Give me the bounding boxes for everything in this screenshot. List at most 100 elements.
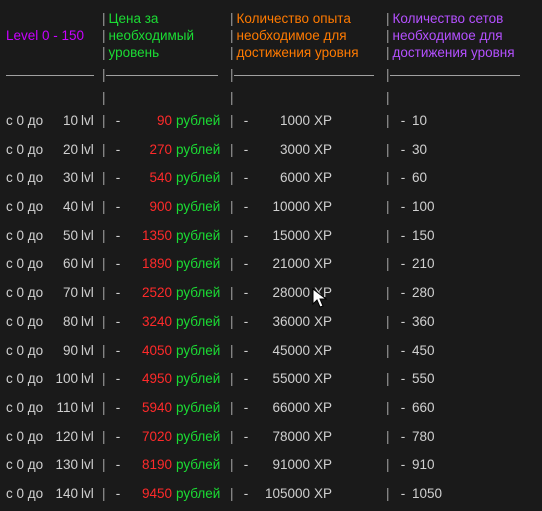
currency-label: рублей: [176, 396, 220, 421]
from-label: с 0 до: [6, 339, 52, 364]
col-sep: |: [230, 166, 240, 191]
xp-label: XP: [314, 396, 332, 421]
underline-price: |: [102, 66, 230, 88]
sets-value: 30: [412, 138, 450, 163]
col-sep: |: [386, 252, 394, 277]
xp-label: XP: [314, 195, 332, 220]
lvl-label: lvl: [81, 482, 94, 507]
currency-label: рублей: [176, 252, 220, 277]
xp-label: XP: [314, 367, 332, 392]
level-range: с 0 до40lvl: [6, 193, 102, 222]
lvl-label: lvl: [81, 195, 94, 220]
hdr-level: Level 0 - 150: [6, 8, 102, 66]
from-label: с 0 до: [6, 310, 52, 335]
price-value: 7020: [124, 425, 172, 450]
lvl-label: lvl: [81, 109, 94, 134]
sets-cell: |-1050: [386, 480, 531, 509]
xp-value: 21000: [252, 252, 310, 277]
xp-value: 1000: [252, 109, 310, 134]
col-sep: |: [230, 396, 240, 421]
from-label: с 0 до: [6, 138, 52, 163]
col-sep: |: [386, 109, 394, 134]
sets-value: 100: [412, 195, 450, 220]
from-label: с 0 до: [6, 252, 52, 277]
currency-label: рублей: [176, 166, 220, 191]
col-sep: |: [102, 310, 112, 335]
sets-cell: |-360: [386, 308, 531, 337]
currency-label: рублей: [176, 367, 220, 392]
level-range: с 0 до50lvl: [6, 222, 102, 251]
currency-label: рублей: [176, 281, 220, 306]
from-label: с 0 до: [6, 367, 52, 392]
currency-label: рублей: [176, 195, 220, 220]
sets-value: 660: [412, 396, 450, 421]
level-range: с 0 до140lvl: [6, 480, 102, 509]
price-value: 1890: [124, 252, 172, 277]
price-cell: |-540рублей: [102, 164, 230, 193]
xp-cell: |-45000XP: [230, 337, 386, 366]
price-value: 540: [124, 166, 172, 191]
col-sep: |: [102, 224, 112, 249]
xp-cell: |-21000XP: [230, 250, 386, 279]
price-cell: |-270рублей: [102, 136, 230, 165]
sets-value: 910: [412, 453, 450, 478]
xp-label: XP: [314, 166, 332, 191]
lvl-label: lvl: [81, 252, 94, 277]
hdr-price: |Цена за |необходимый |уровень: [102, 8, 230, 66]
sets-cell: |-550: [386, 365, 531, 394]
sets-value: 1050: [412, 482, 450, 507]
page-title: Level 0 - 150: [6, 27, 102, 44]
xp-label: XP: [314, 310, 332, 335]
level-range: с 0 до110lvl: [6, 394, 102, 423]
spacer: |: [230, 88, 386, 107]
price-cell: |-4050рублей: [102, 337, 230, 366]
xp-cell: |-3000XP: [230, 136, 386, 165]
xp-value: 3000: [252, 138, 310, 163]
level-to: 30: [52, 166, 78, 191]
sets-value: 550: [412, 367, 450, 392]
col-sep: |: [102, 339, 112, 364]
sets-value: 360: [412, 310, 450, 335]
level-to: 40: [52, 195, 78, 220]
currency-label: рублей: [176, 224, 220, 249]
xp-label: XP: [314, 224, 332, 249]
col-sep: |: [386, 195, 394, 220]
lvl-label: lvl: [81, 281, 94, 306]
level-to: 50: [52, 224, 78, 249]
lvl-label: lvl: [81, 453, 94, 478]
pricing-table: Level 0 - 150 |Цена за |необходимый |уро…: [0, 0, 542, 511]
table-body: с 0 до10lvl|-90рублей|-1000XP|-10с 0 до2…: [6, 107, 536, 511]
from-label: с 0 до: [6, 281, 52, 306]
lvl-label: lvl: [81, 339, 94, 364]
level-range: с 0 до20lvl: [6, 136, 102, 165]
col-sep: |: [230, 425, 240, 450]
col-sep: |: [102, 138, 112, 163]
lvl-label: lvl: [81, 425, 94, 450]
xp-cell: |-105000XP: [230, 480, 386, 509]
xp-value: 6000: [252, 166, 310, 191]
currency-label: рублей: [176, 339, 220, 364]
sets-cell: |-210: [386, 250, 531, 279]
col-sep: |: [230, 339, 240, 364]
xp-label: XP: [314, 138, 332, 163]
price-cell: |-5940рублей: [102, 394, 230, 423]
currency-label: рублей: [176, 482, 220, 507]
xp-cell: |-15000XP: [230, 222, 386, 251]
level-range: с 0 до130lvl: [6, 451, 102, 480]
xp-label: XP: [314, 425, 332, 450]
sets-cell: |-450: [386, 337, 531, 366]
col-sep: |: [102, 281, 112, 306]
col-sep: |: [386, 166, 394, 191]
xp-value: 55000: [252, 367, 310, 392]
from-label: с 0 до: [6, 453, 52, 478]
col-sep: |: [386, 453, 394, 478]
col-sep: |: [230, 224, 240, 249]
sets-value: 210: [412, 252, 450, 277]
price-value: 270: [124, 138, 172, 163]
from-label: с 0 до: [6, 396, 52, 421]
level-range: с 0 до10lvl: [6, 107, 102, 136]
spacer: |: [386, 88, 531, 107]
level-to: 80: [52, 310, 78, 335]
level-to: 90: [52, 339, 78, 364]
price-value: 4050: [124, 339, 172, 364]
